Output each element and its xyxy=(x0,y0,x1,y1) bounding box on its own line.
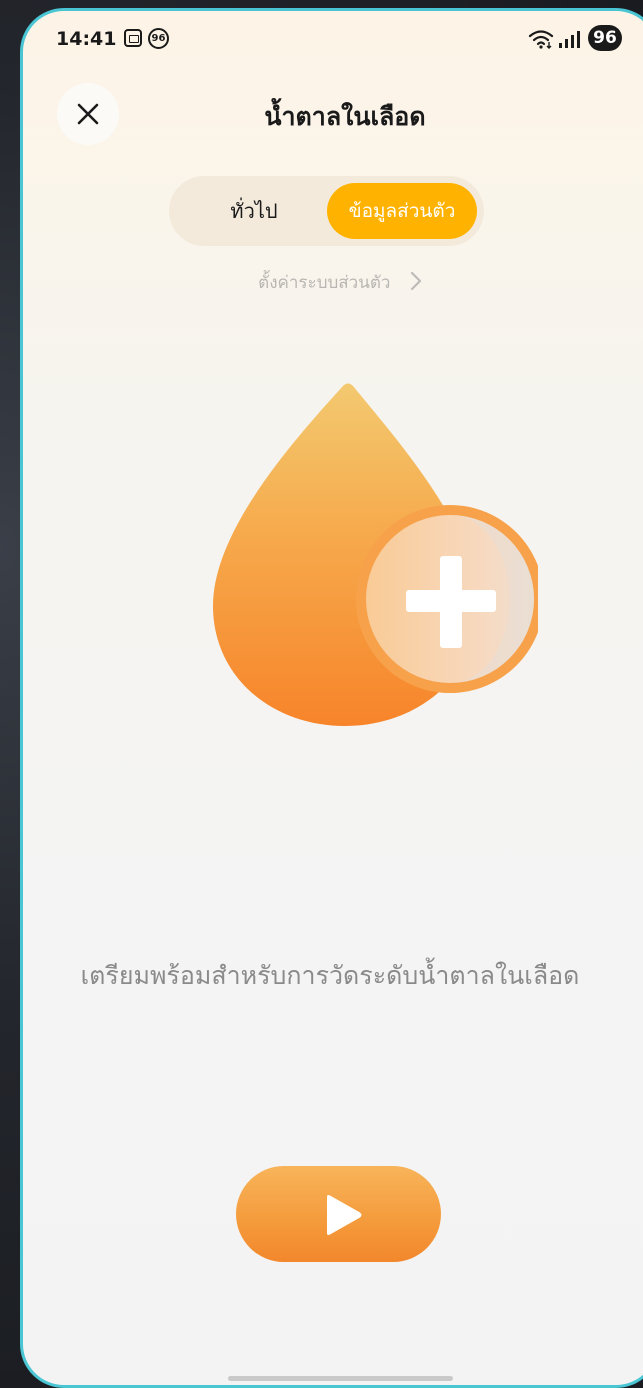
home-indicator[interactable] xyxy=(228,1376,453,1381)
personal-settings-label: ตั้งค่าระบบส่วนตัว xyxy=(258,273,391,293)
battery-icon: 96 xyxy=(588,25,622,51)
status-time: 14:41 xyxy=(56,28,117,50)
start-measurement-button[interactable] xyxy=(236,1166,441,1262)
chevron-right-icon xyxy=(410,271,422,296)
wifi-icon xyxy=(528,29,554,53)
personal-settings-link[interactable]: ตั้งค่าระบบส่วนตัว xyxy=(23,269,643,296)
prepare-message: เตรียมพร้อมสำหรับการวัดระดับน้ำตาลในเลือ… xyxy=(80,961,580,990)
play-icon xyxy=(327,1195,362,1235)
notification-badge-icon: 96 xyxy=(148,28,169,49)
blood-drop-plus-icon xyxy=(208,381,544,741)
tab-personal-info[interactable]: ข้อมูลส่วนตัว xyxy=(327,183,477,239)
header: น้ำตาลในเลือด xyxy=(23,71,643,161)
signal-icon xyxy=(558,30,582,52)
page-title: น้ำตาลในเลือด xyxy=(264,102,426,131)
segmented-control: ทั่วไป ข้อมูลส่วนตัว xyxy=(169,176,484,246)
tab-general[interactable]: ทั่วไป xyxy=(189,176,319,246)
status-bar: 14:41 96 96 xyxy=(23,11,643,71)
screenshot-icon xyxy=(124,29,142,47)
phone-screen: 14:41 96 96 น้ำตาลในเลือด ทั่วไป ข้อมูลส… xyxy=(20,8,643,1388)
